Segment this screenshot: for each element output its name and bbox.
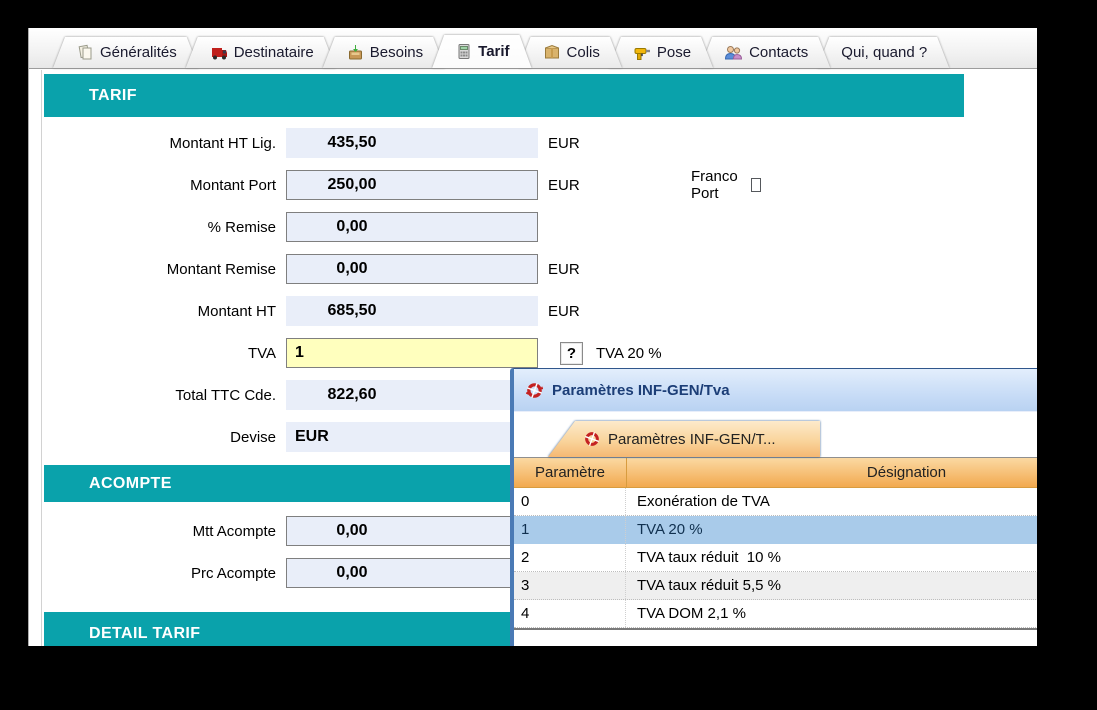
cell-designation: TVA DOM 2,1 % <box>626 605 1037 622</box>
field-value: 822,60 <box>286 386 418 404</box>
field-label: Montant Remise <box>44 261 276 278</box>
field-label: Prc Acompte <box>44 565 276 582</box>
field-value: EUR <box>286 428 329 446</box>
tva-parameters-table: Paramètre Désignation 0 Exonération de T… <box>514 457 1037 630</box>
franco-port-checkbox[interactable] <box>751 178 761 192</box>
inbox-icon <box>347 44 364 61</box>
tva-input[interactable] <box>286 338 538 368</box>
cell-designation: TVA taux réduit 5,5 % <box>626 577 1037 594</box>
form-row-montant-ht-lig: Montant HT Lig. 435,50 EUR <box>44 122 744 164</box>
table-bottom-border <box>514 628 1037 630</box>
tab-label: Généralités <box>100 44 177 61</box>
column-header-parametre: Paramètre <box>514 458 627 487</box>
tab-qui-quand[interactable]: Qui, quand ? <box>817 37 949 68</box>
pct-remise-input[interactable] <box>286 212 538 242</box>
truck-icon <box>210 44 228 61</box>
calculator-icon <box>456 43 472 60</box>
popup-title: Paramètres INF-GEN/Tva <box>552 382 730 399</box>
tab-colis[interactable]: Colis <box>519 37 622 68</box>
field-label: Montant Port <box>44 177 276 194</box>
montant-port-input[interactable] <box>286 170 538 200</box>
tabs-row: Généralités Destinataire Besoins <box>53 35 949 68</box>
currency-unit: EUR <box>548 261 580 278</box>
tab-besoins[interactable]: Besoins <box>323 37 445 68</box>
documents-icon <box>77 44 94 61</box>
form-row-montant-remise: Montant Remise EUR <box>44 248 744 290</box>
montant-remise-input[interactable] <box>286 254 538 284</box>
section-title: TARIF <box>89 87 137 105</box>
popup-tab-label: Paramètres INF-GEN/T... <box>608 431 776 448</box>
mtt-acompte-input[interactable] <box>286 516 538 546</box>
package-icon <box>543 44 561 61</box>
table-row[interactable]: 3 TVA taux réduit 5,5 % <box>514 572 1037 600</box>
field-label: % Remise <box>44 219 276 236</box>
tab-label: Besoins <box>370 44 423 61</box>
cell-designation: TVA 20 % <box>626 521 1037 538</box>
tab-label: Colis <box>567 44 600 61</box>
tva-help-button[interactable]: ? <box>560 342 583 365</box>
section-title: ACOMPTE <box>89 475 172 493</box>
tab-pose[interactable]: Pose <box>609 37 713 68</box>
cell-parametre: 1 <box>514 516 626 543</box>
application-window: Généralités Destinataire Besoins <box>28 28 1037 646</box>
cell-designation: Exonération de TVA <box>626 493 1037 510</box>
tab-generalites[interactable]: Généralités <box>53 37 199 68</box>
section-header-tarif: TARIF <box>44 74 964 117</box>
cell-parametre: 2 <box>514 544 626 571</box>
people-icon <box>724 44 743 61</box>
lifebuoy-icon <box>584 431 600 447</box>
tab-strip: Généralités Destinataire Besoins <box>29 28 1037 69</box>
lifebuoy-icon <box>526 382 543 399</box>
total-ttc-field: 822,60 <box>286 380 538 410</box>
form-row-pct-remise: % Remise <box>44 206 744 248</box>
tva-rate-note: TVA 20 % <box>596 345 662 362</box>
table-row-selected[interactable]: 1 TVA 20 % <box>514 516 1037 544</box>
field-value: 435,50 <box>286 134 418 152</box>
tab-tarif[interactable]: Tarif <box>432 35 531 68</box>
cell-parametre: 4 <box>514 600 626 627</box>
tab-contacts[interactable]: Contacts <box>700 37 830 68</box>
table-row[interactable]: 2 TVA taux réduit 10 % <box>514 544 1037 572</box>
cell-designation: TVA taux réduit 10 % <box>626 549 1037 566</box>
franco-port-label: Franco Port <box>691 168 742 202</box>
montant-ht-lig-field: 435,50 <box>286 128 538 158</box>
currency-unit: EUR <box>548 177 580 194</box>
form-row-montant-ht: Montant HT 685,50 EUR <box>44 290 744 332</box>
column-header-designation: Désignation <box>627 464 1037 481</box>
montant-ht-field: 685,50 <box>286 296 538 326</box>
tab-label: Tarif <box>478 43 509 60</box>
popup-titlebar[interactable]: Paramètres INF-GEN/Tva <box>514 369 1037 412</box>
window-left-groove <box>41 28 42 646</box>
currency-unit: EUR <box>548 135 580 152</box>
table-header-row: Paramètre Désignation <box>514 458 1037 488</box>
tab-label: Destinataire <box>234 44 314 61</box>
field-label: Devise <box>44 429 276 446</box>
devise-field: EUR <box>286 422 538 452</box>
field-label: Montant HT <box>44 303 276 320</box>
field-label: Mtt Acompte <box>44 523 276 540</box>
prc-acompte-input[interactable] <box>286 558 538 588</box>
cell-parametre: 3 <box>514 572 626 599</box>
table-row[interactable]: 4 TVA DOM 2,1 % <box>514 600 1037 628</box>
form-row-montant-port: Montant Port EUR Franco Port <box>44 164 744 206</box>
drill-icon <box>633 44 651 61</box>
field-label: Total TTC Cde. <box>44 387 276 404</box>
tab-destinataire[interactable]: Destinataire <box>186 37 336 68</box>
parametres-tva-popup: Paramètres INF-GEN/Tva Paramètres INF-GE… <box>510 368 1037 646</box>
popup-tab-parametres[interactable]: Paramètres INF-GEN/T... <box>548 421 820 457</box>
field-value: 685,50 <box>286 302 418 320</box>
tab-label: Pose <box>657 44 691 61</box>
cell-parametre: 0 <box>514 488 626 515</box>
section-title: DETAIL TARIF <box>89 625 200 643</box>
table-row[interactable]: 0 Exonération de TVA <box>514 488 1037 516</box>
field-label: TVA <box>44 345 276 362</box>
currency-unit: EUR <box>548 303 580 320</box>
field-label: Montant HT Lig. <box>44 135 276 152</box>
tab-label: Contacts <box>749 44 808 61</box>
tab-label: Qui, quand ? <box>841 44 927 61</box>
